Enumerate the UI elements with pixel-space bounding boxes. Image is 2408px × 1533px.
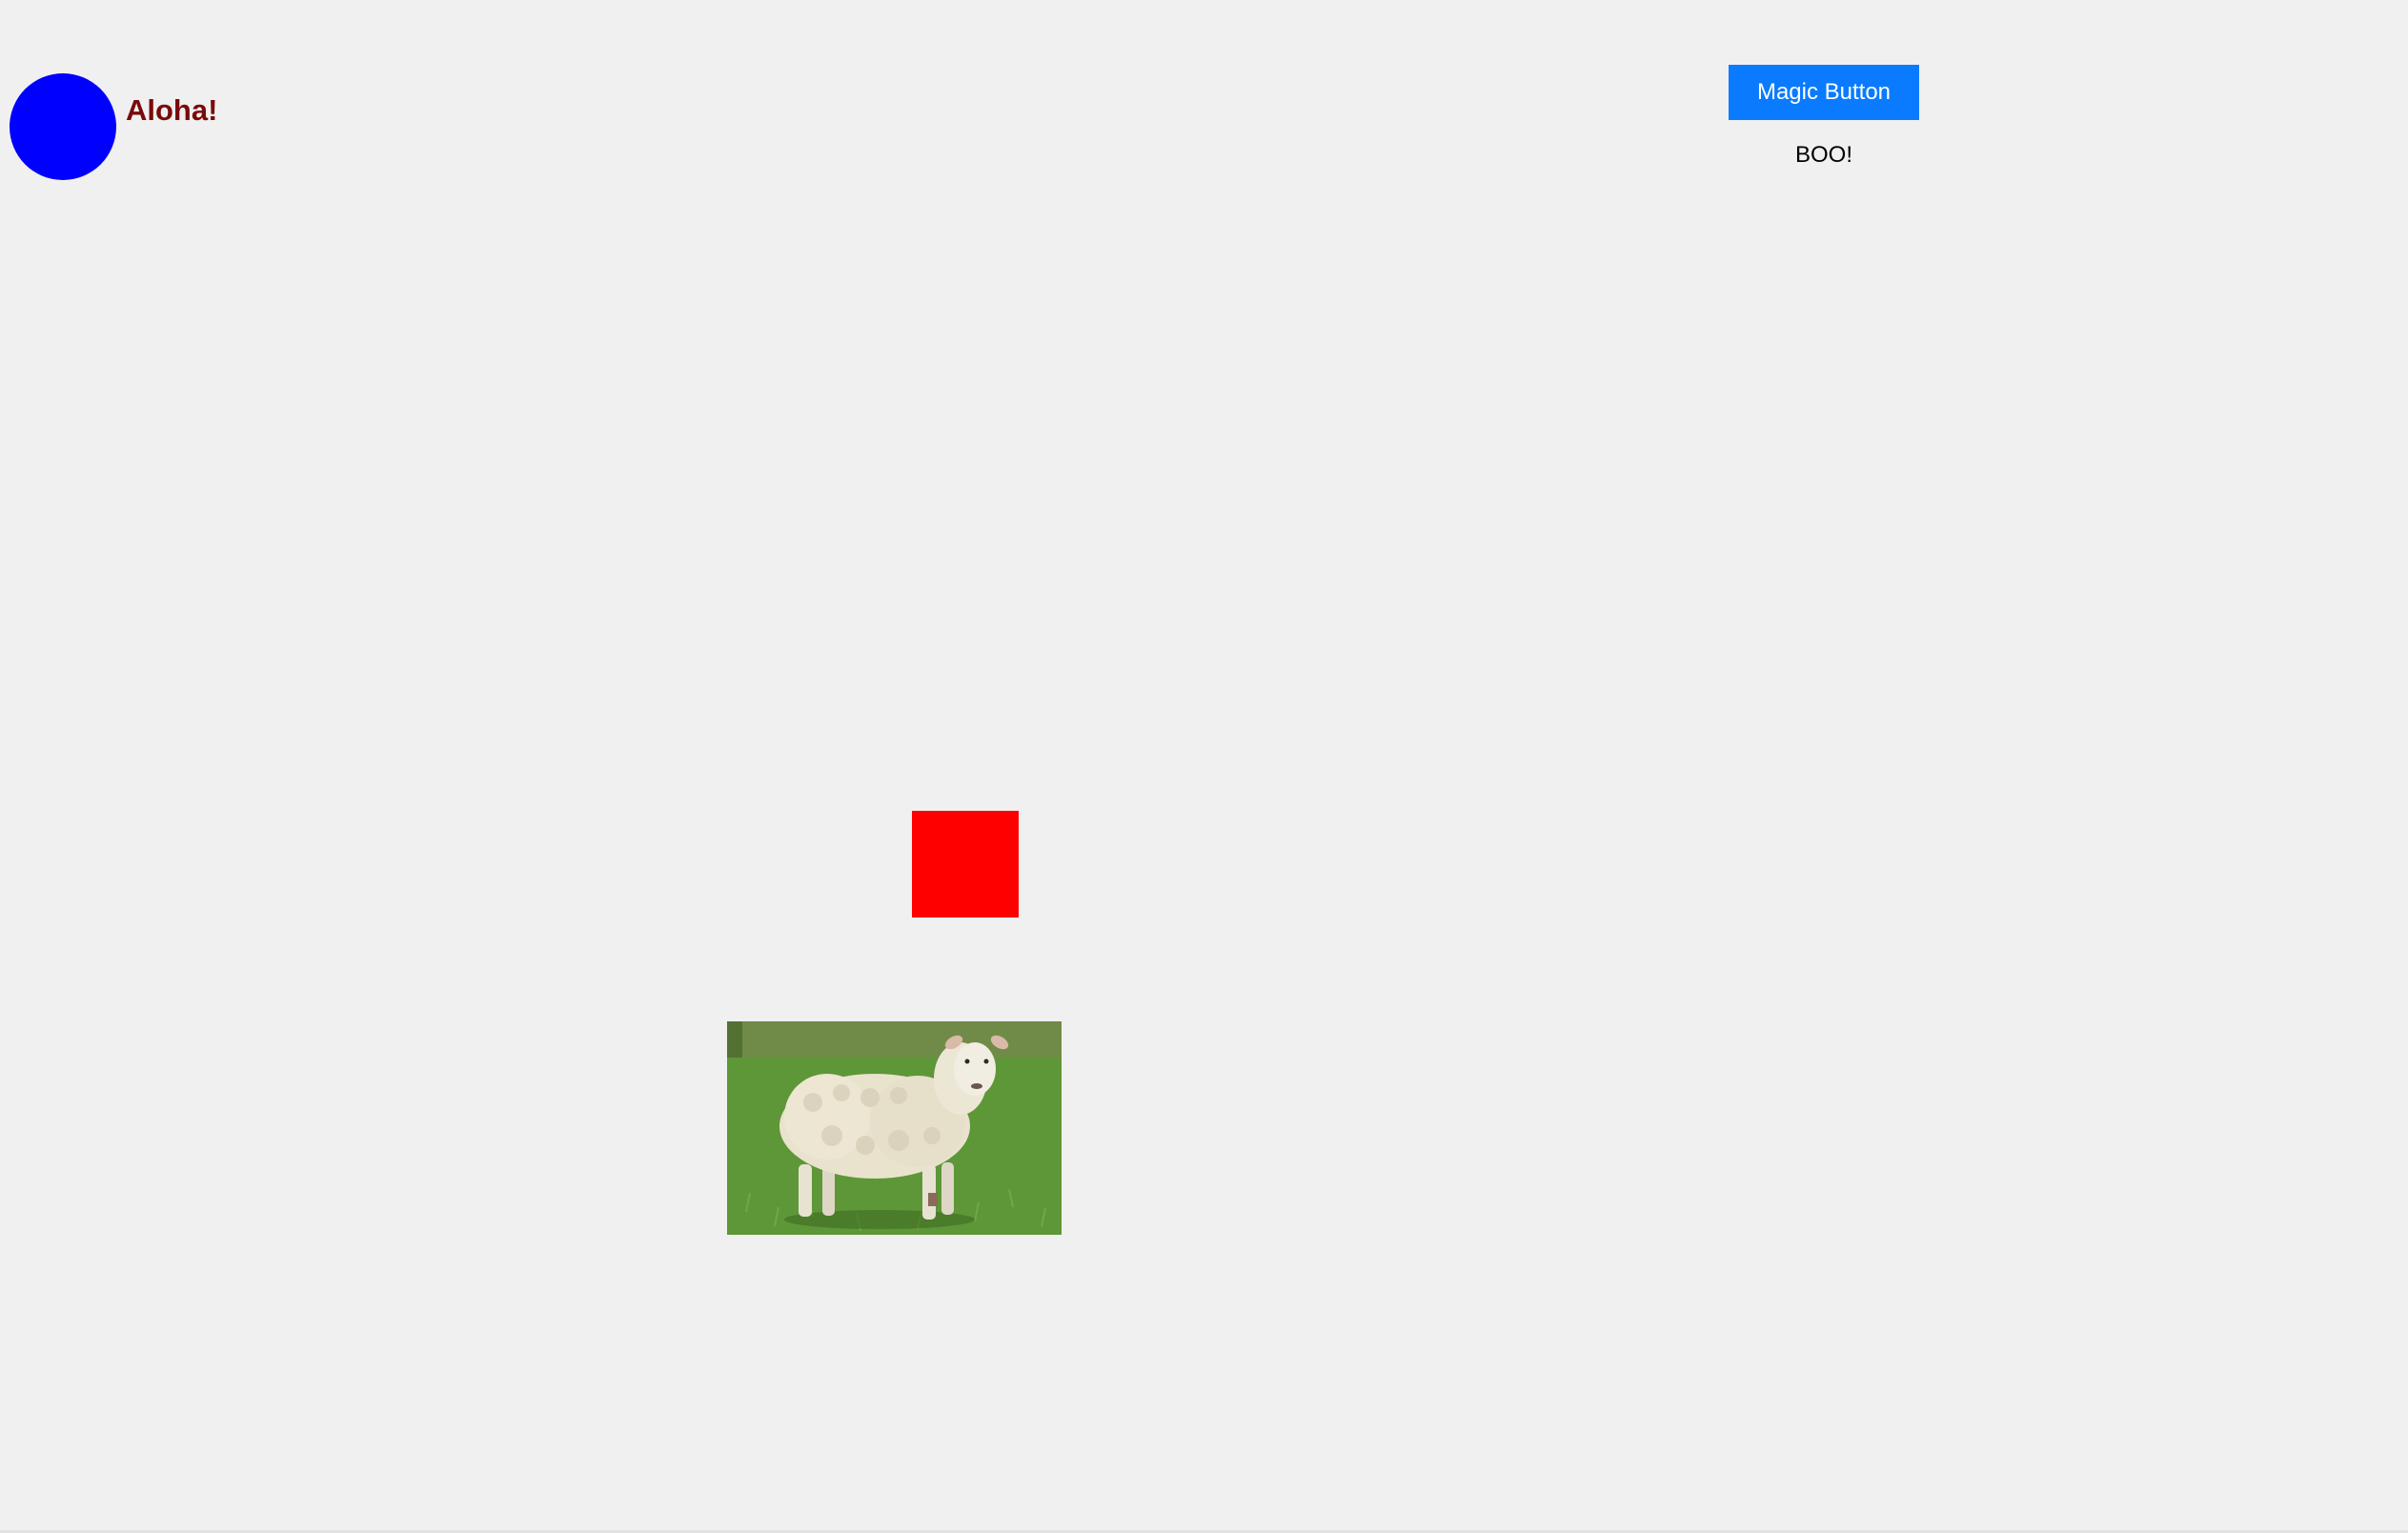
greeting-text: Aloha! xyxy=(126,93,218,127)
page: Aloha! Magic Button BOO! xyxy=(0,0,2408,1533)
sheep-illustration xyxy=(727,1021,1062,1235)
boo-message: BOO! xyxy=(1794,142,1852,168)
sheep-photo xyxy=(727,1021,1062,1235)
red-square xyxy=(912,811,1019,918)
magic-button[interactable]: Magic Button xyxy=(1729,65,1919,120)
blue-circle xyxy=(10,73,116,180)
